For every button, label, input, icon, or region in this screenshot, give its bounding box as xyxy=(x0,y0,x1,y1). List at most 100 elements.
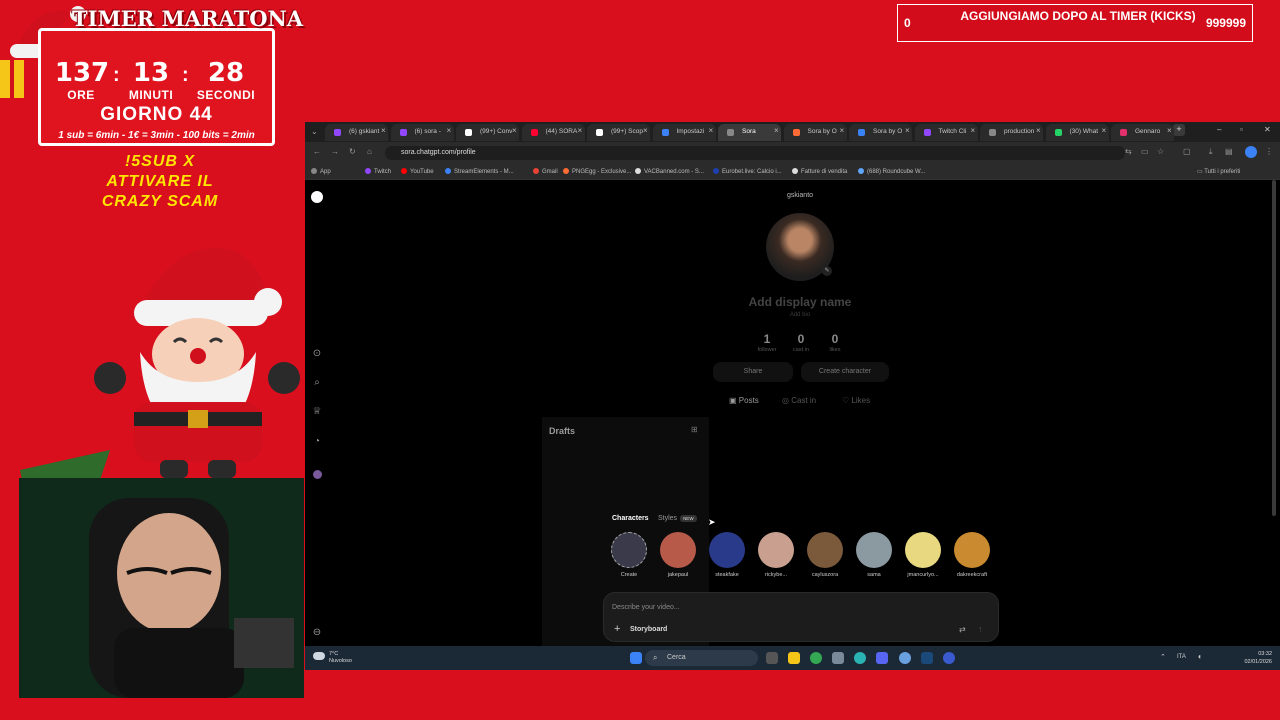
bookmark-item[interactable]: VACBanned.com - S... xyxy=(635,168,704,175)
edit-avatar-icon[interactable]: ✎ xyxy=(822,266,832,276)
chrome-icon[interactable] xyxy=(810,652,822,664)
tab-close-icon[interactable]: × xyxy=(381,126,386,135)
sora-logo-icon[interactable] xyxy=(311,191,323,203)
send-arrow-icon[interactable]: ↑ xyxy=(978,624,983,634)
browser-tab[interactable]: Impostazi × xyxy=(652,124,716,141)
tab-styles[interactable]: Styles NEW xyxy=(658,515,697,522)
character-item[interactable]: sama xyxy=(852,532,896,578)
sidebar-icon[interactable]: ▤ xyxy=(1225,147,1233,156)
character-item[interactable]: dakreekcraft xyxy=(950,532,994,578)
taskbar-clock[interactable]: 03:32 02/01/2026 xyxy=(1244,650,1272,666)
bookmark-item[interactable]: (688) Roundcube W... xyxy=(858,168,925,175)
browser-tab[interactable]: Sora by O × xyxy=(783,124,847,141)
downloads-icon[interactable]: ⤓ xyxy=(1209,147,1213,157)
browser-tab[interactable]: (99+) Conv × xyxy=(456,124,519,141)
back-icon[interactable]: ← xyxy=(313,147,321,156)
tab-close-icon[interactable]: × xyxy=(840,126,845,135)
browser-tab[interactable]: (44) SORA × xyxy=(521,124,585,141)
character-item[interactable]: rickybe... xyxy=(754,532,798,578)
language-indicator[interactable]: ITA xyxy=(1177,654,1186,660)
character-item[interactable]: jmancurlyo... xyxy=(901,532,945,578)
url-field[interactable]: sora.chatgpt.com/profile xyxy=(385,146,1125,160)
tab-close-icon[interactable]: × xyxy=(709,126,714,135)
settings-icon[interactable]: ⊖ xyxy=(310,627,324,638)
character-item[interactable]: jakepaul xyxy=(656,532,700,578)
settings-toggle-icon[interactable]: ⇄ xyxy=(959,625,966,634)
volume-icon[interactable]: ◖ xyxy=(1197,652,1202,661)
search-icon[interactable]: ⌕ xyxy=(310,377,324,388)
tab-close-icon[interactable]: × xyxy=(512,126,517,135)
browser-tab[interactable]: (6) gskiant × xyxy=(325,124,388,141)
file-explorer-icon[interactable] xyxy=(788,652,800,664)
app-icon[interactable] xyxy=(832,652,844,664)
home-icon[interactable]: ⌂ xyxy=(367,147,372,156)
new-tab-button[interactable]: + xyxy=(1173,124,1185,136)
trophy-icon[interactable]: ♕ xyxy=(310,406,324,417)
tab-close-icon[interactable]: × xyxy=(905,126,910,135)
add-bio-link[interactable]: Add bio xyxy=(775,312,825,318)
browser-tab[interactable]: (30) What × xyxy=(1045,124,1109,141)
bookmark-item[interactable]: StreamElements - M... xyxy=(445,168,514,175)
browser-tab[interactable]: Gennaro × xyxy=(1111,124,1174,141)
browser-tab[interactable]: (99+) Scop × xyxy=(587,124,650,141)
storyboard-button[interactable]: Storyboard xyxy=(630,626,667,633)
minimize-button[interactable]: – xyxy=(1217,125,1221,134)
bookmark-item[interactable]: Eurobet.live: Calcio i... xyxy=(713,168,782,175)
tab-close-icon[interactable]: × xyxy=(447,126,452,135)
browser-tab[interactable]: Sora × xyxy=(718,124,781,141)
tab-likes[interactable]: ♡ Likes xyxy=(842,396,870,405)
create-character-item[interactable]: Create xyxy=(607,532,651,578)
discord-icon[interactable] xyxy=(876,652,888,664)
bookmark-item[interactable]: Fatture di vendita xyxy=(792,168,847,175)
bookmark-item[interactable]: Gmail xyxy=(533,168,558,175)
tab-close-icon[interactable]: × xyxy=(971,126,976,135)
tab-close-icon[interactable]: × xyxy=(1036,126,1041,135)
character-item[interactable]: cayluszora xyxy=(803,532,847,578)
create-character-button[interactable]: Create character xyxy=(801,362,889,382)
display-name-placeholder[interactable]: Add display name xyxy=(725,295,875,309)
profile-nav-avatar[interactable] xyxy=(313,470,322,479)
restore-button[interactable]: ▫ xyxy=(1240,125,1243,134)
tab-posts[interactable]: ▣ Posts xyxy=(729,396,759,405)
explore-icon[interactable]: ⊙ xyxy=(310,348,324,359)
tab-close-icon[interactable]: × xyxy=(1167,126,1172,135)
attach-plus-icon[interactable]: + xyxy=(614,623,620,635)
tab-search-icon[interactable]: ⌄ xyxy=(311,127,318,136)
share-button[interactable]: Share xyxy=(713,362,793,382)
browser-tab[interactable]: production × xyxy=(980,124,1043,141)
bookmark-item[interactable]: YouTube xyxy=(401,168,434,175)
weather-widget[interactable]: 7°C Nuvoloso xyxy=(329,651,352,665)
close-window-button[interactable]: ✕ xyxy=(1264,125,1271,134)
steam-icon[interactable] xyxy=(921,652,933,664)
tab-close-icon[interactable]: × xyxy=(774,126,779,135)
expand-drafts-icon[interactable]: ⊞ xyxy=(691,425,698,434)
all-bookmarks[interactable]: ▭ Tutti i preferiti xyxy=(1197,168,1240,175)
taskbar-search[interactable]: Cerca xyxy=(645,650,758,666)
character-item[interactable]: steakfake xyxy=(705,532,749,578)
start-icon[interactable] xyxy=(630,652,642,664)
task-view-icon[interactable] xyxy=(766,652,778,664)
tab-close-icon[interactable]: × xyxy=(578,126,583,135)
reload-icon[interactable]: ↻ xyxy=(349,147,356,156)
notifications-icon[interactable]: ◔ xyxy=(310,436,324,447)
browser-tab[interactable]: Twitch Cli × xyxy=(914,124,978,141)
browser-tab[interactable]: (6) sora - × xyxy=(390,124,454,141)
browser-tab[interactable]: Sora by O × xyxy=(849,124,912,141)
bookmark-star-icon[interactable]: ☆ xyxy=(1157,147,1164,156)
tab-close-icon[interactable]: × xyxy=(1102,126,1107,135)
bookmark-item[interactable]: Twitch xyxy=(365,168,391,175)
translate-icon[interactable]: ⇆ xyxy=(1125,147,1132,156)
app-icon[interactable] xyxy=(899,652,911,664)
app-icon[interactable] xyxy=(943,652,955,664)
tab-cast-in[interactable]: ◎ Cast in xyxy=(782,396,816,405)
profile-avatar-icon[interactable] xyxy=(1245,146,1257,158)
extensions-icon[interactable]: ▢ xyxy=(1183,147,1191,156)
scrollbar[interactable] xyxy=(1272,180,1276,516)
edge-icon[interactable] xyxy=(854,652,866,664)
tab-close-icon[interactable]: × xyxy=(643,126,648,135)
menu-icon[interactable]: ⋮ xyxy=(1265,147,1273,156)
cast-icon[interactable]: ▭ xyxy=(1141,147,1149,156)
tab-characters[interactable]: Characters xyxy=(612,515,649,522)
tray-chevron-icon[interactable]: ⌃ xyxy=(1160,653,1166,661)
forward-icon[interactable]: → xyxy=(331,147,339,156)
